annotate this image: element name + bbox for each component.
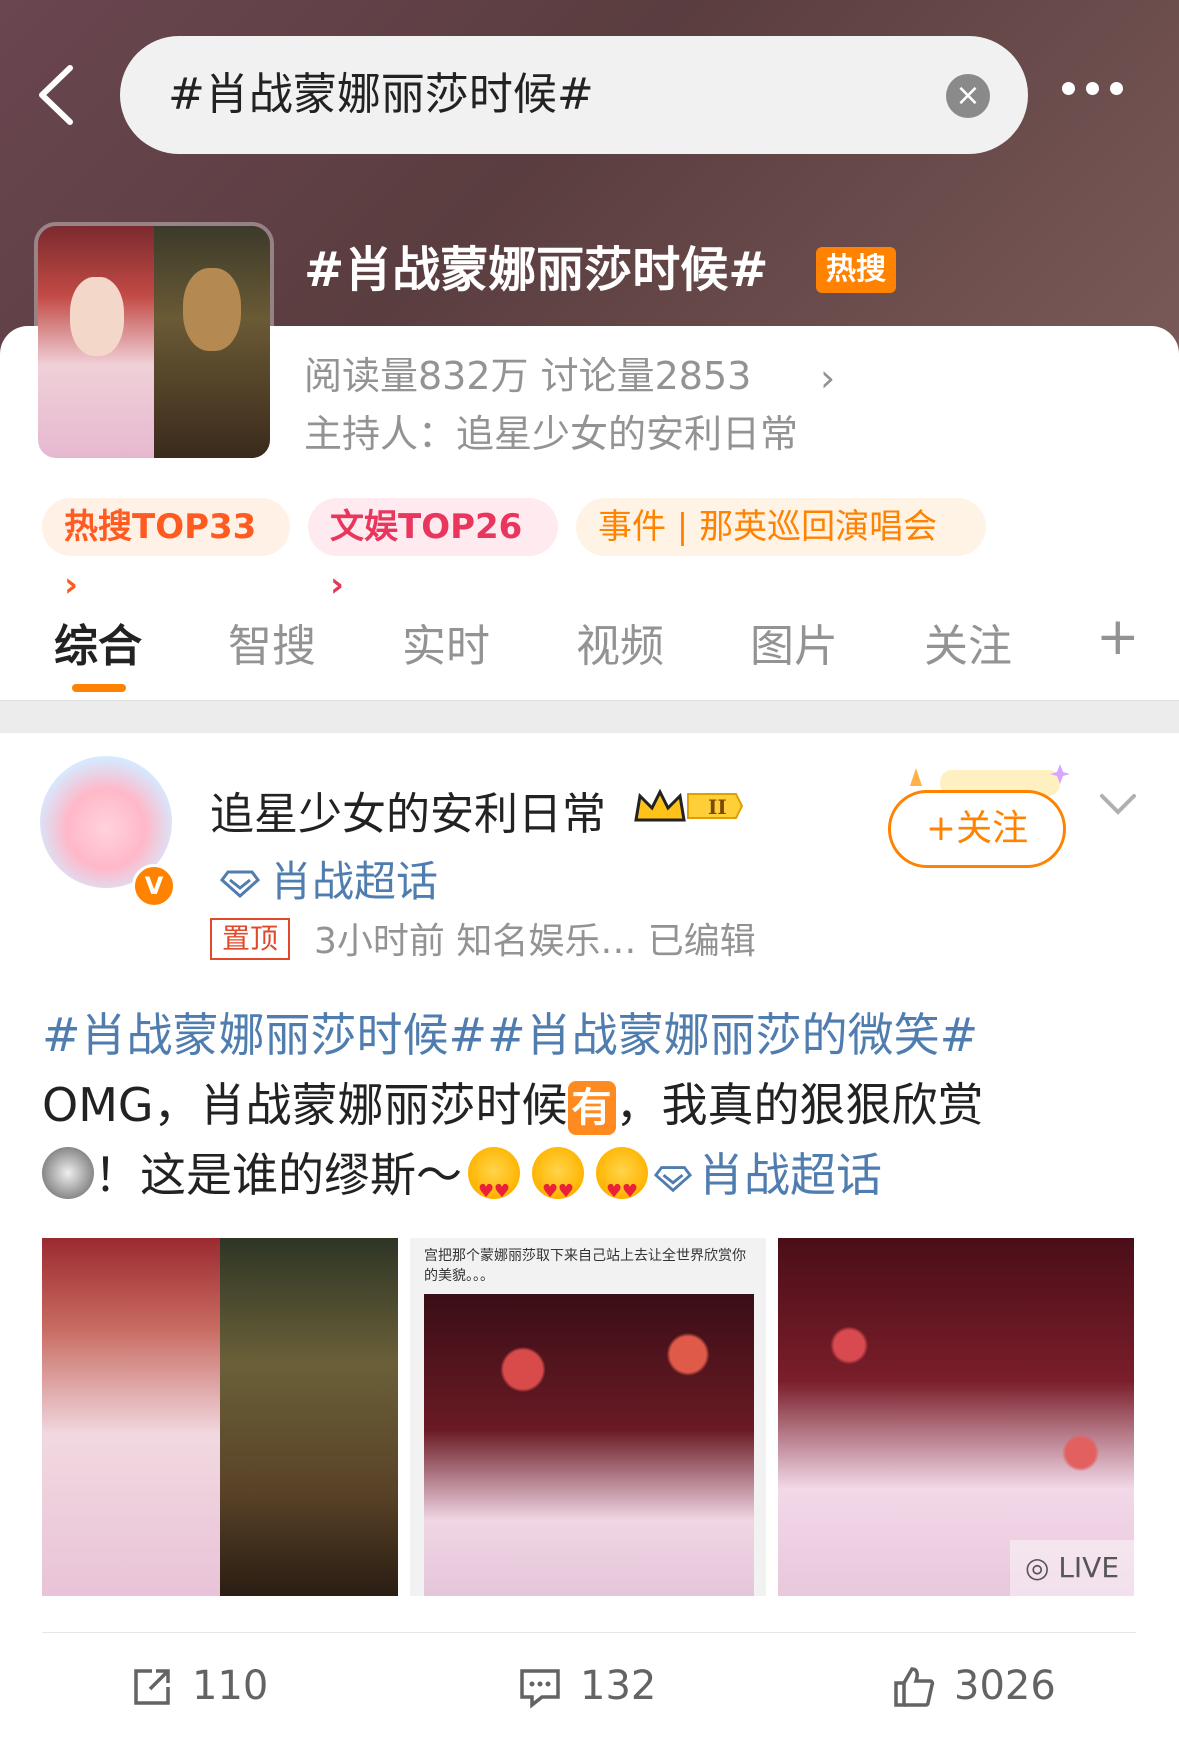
post-image-2[interactable]: 宫把那个蒙娜丽莎取下来自己站上去让全世界欣赏你的美貌。。。 (410, 1238, 766, 1596)
pinned-badge: 置顶 (210, 918, 291, 960)
add-tab-icon[interactable]: + (1096, 610, 1140, 664)
back-arrow-icon[interactable] (30, 60, 90, 130)
follow-button[interactable]: +关注 (888, 790, 1066, 868)
super-topic-label: 肖战超话 (270, 857, 439, 906)
search-bar[interactable]: #肖战蒙娜丽莎时候# × (120, 36, 1028, 154)
repost-button[interactable]: 110 (130, 1660, 268, 1712)
search-input[interactable]: #肖战蒙娜丽莎时候# (168, 36, 594, 154)
post-image-1[interactable] (42, 1238, 398, 1596)
section-divider (0, 700, 1179, 733)
post-meta: 3小时前 知名娱乐… 已编辑 (314, 921, 756, 962)
live-icon: ◎ (1024, 1551, 1059, 1584)
tab-video[interactable]: 视频 (576, 610, 664, 674)
tab-images[interactable]: 图片 (750, 610, 838, 674)
hot-search-badge: 热搜 (816, 247, 896, 293)
tab-comprehensive[interactable]: 综合 (54, 610, 142, 674)
cat-emoji-icon (42, 1147, 94, 1199)
live-photo-badge: ◎ LIVE (1010, 1540, 1134, 1596)
comment-icon (520, 1669, 560, 1709)
like-button[interactable]: 3026 (892, 1660, 1056, 1712)
tab-realtime[interactable]: 实时 (402, 610, 490, 674)
post-text-line-1: OMG，肖战蒙娜丽莎时候 (42, 1078, 568, 1132)
tab-bar: 综合 智搜 实时 视频 图片 关注 + (0, 596, 1179, 700)
topic-cover-image[interactable] (34, 222, 274, 462)
repost-icon (134, 1669, 170, 1705)
image-caption: 宫把那个蒙娜丽莎取下来自己站上去让全世界欣赏你的美貌。。。 (424, 1248, 746, 1284)
author-name[interactable]: 追星少女的安利日常 (210, 778, 606, 842)
topic-host: 主持人：追星少女的安利日常 (304, 412, 799, 456)
clear-icon[interactable]: × (946, 74, 990, 118)
tag-entertainment-rank[interactable]: 文娱TOP26 › (308, 498, 558, 605)
tab-following[interactable]: 关注 (924, 610, 1012, 674)
you-badge: 有 (567, 1081, 616, 1135)
post-image-3[interactable]: ◎ LIVE (778, 1238, 1134, 1596)
tag-hot-search-rank[interactable]: 热搜TOP33 › (42, 498, 290, 605)
diamond-icon (219, 870, 261, 899)
post-text-line-2: ，我真的狠狠欣赏 (615, 1078, 984, 1132)
diamond-icon (653, 1166, 693, 1193)
tab-smart-search[interactable]: 智搜 (228, 610, 316, 674)
post-text-line-3: ！这是谁的缪斯～ (94, 1148, 462, 1202)
chevron-down-icon[interactable] (1098, 790, 1138, 820)
super-topic-link[interactable]: 肖战超话 (219, 848, 439, 909)
heart-eyes-emoji-icon (596, 1147, 648, 1227)
hashtag-link[interactable]: #肖战蒙娜丽莎时候##肖战蒙娜丽莎的微笑# (42, 1008, 978, 1062)
post-text: #肖战蒙娜丽莎时候##肖战蒙娜丽莎的微笑# OMG，肖战蒙娜丽莎时候 有，我真的狠… (42, 1000, 1152, 1227)
heart-eyes-emoji-icon (468, 1147, 520, 1227)
verified-badge-icon: V (132, 864, 176, 908)
more-options-icon[interactable] (1062, 80, 1142, 110)
svg-text:II: II (708, 795, 727, 819)
topic-title: #肖战蒙娜丽莎时候# (304, 242, 769, 298)
thumbs-up-icon (894, 1667, 935, 1707)
chevron-right-icon[interactable]: › (820, 356, 835, 400)
inline-super-topic-link[interactable]: 肖战超话 (653, 1148, 882, 1202)
tag-event[interactable]: 事件 | 那英巡回演唱会 (576, 498, 986, 556)
heart-eyes-emoji-icon (532, 1147, 584, 1227)
crown-level-icon: II (634, 788, 744, 822)
comment-button[interactable]: 132 (518, 1660, 656, 1712)
topic-stats[interactable]: 阅读量832万 讨论量2853 (304, 350, 751, 402)
active-tab-indicator (72, 684, 126, 692)
action-divider (42, 1632, 1136, 1633)
